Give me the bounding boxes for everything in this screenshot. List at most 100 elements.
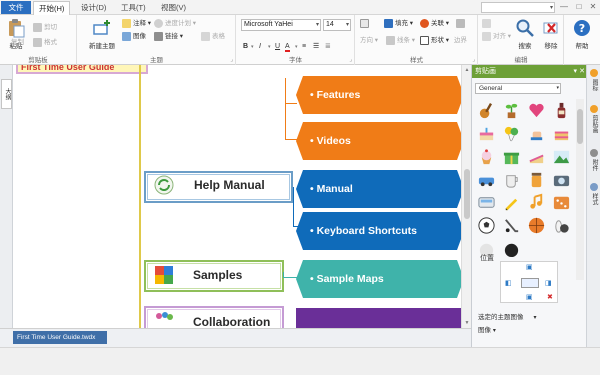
subtopic-features[interactable]: • Features xyxy=(296,76,461,114)
fill-button[interactable]: 填充 ▾ xyxy=(384,18,413,29)
line-spacing-icon[interactable]: ≣ xyxy=(325,42,331,52)
subtopic-sample-maps[interactable]: • Sample Maps xyxy=(296,260,461,298)
launcher-icon[interactable]: ⌟ xyxy=(230,56,233,63)
subtopic-videos[interactable]: • Videos xyxy=(296,122,461,160)
outline-tab[interactable]: 大纲 xyxy=(1,79,12,109)
clipart-tab[interactable]: 剪贴画 xyxy=(589,105,599,133)
soccer-ball-icon[interactable] xyxy=(477,216,496,235)
align-button[interactable]: 对齐 ▾ xyxy=(482,31,511,42)
balloons-icon[interactable] xyxy=(502,124,521,143)
close-icon[interactable]: ✕ xyxy=(579,65,585,78)
menu-design[interactable]: 设计(D) xyxy=(76,1,111,14)
cake-icon[interactable] xyxy=(477,124,496,143)
music-icon[interactable] xyxy=(527,193,546,212)
car-icon[interactable] xyxy=(477,170,496,189)
clipart-scrollbar[interactable] xyxy=(576,99,584,280)
cake-layer-icon[interactable] xyxy=(552,124,571,143)
connect-button[interactable]: 关联 ▾ xyxy=(420,18,449,29)
eight-ball-icon[interactable] xyxy=(502,239,521,258)
scroll-down-icon[interactable]: ▼ xyxy=(463,319,471,327)
cake-slice-icon[interactable] xyxy=(527,147,546,166)
chevron-down-icon[interactable]: ▾ xyxy=(251,42,254,52)
mindmap-canvas[interactable]: First Time User Guide Help Manual Sample… xyxy=(13,65,461,328)
gift-icon[interactable] xyxy=(502,147,521,166)
link-button[interactable]: 链接 ▾ xyxy=(154,31,183,42)
italic-button[interactable]: I xyxy=(259,42,261,52)
progress-button[interactable]: 进度计划 ▾ xyxy=(154,18,196,29)
menu-tools[interactable]: 工具(T) xyxy=(116,1,151,14)
menu-view[interactable]: 视图(V) xyxy=(156,1,191,14)
hockey-icon[interactable] xyxy=(502,216,521,235)
format-painter-button[interactable]: 格式 xyxy=(33,37,57,48)
direction-button[interactable]: 方向 ▾ xyxy=(360,35,378,46)
dice-icon[interactable] xyxy=(552,193,571,212)
menu-start[interactable]: 开始(H) xyxy=(33,1,71,15)
chevron-down-icon[interactable]: ▾ xyxy=(295,42,298,52)
subtopic-keyboard-shortcuts[interactable]: • Keyboard Shortcuts xyxy=(296,212,461,250)
canvas-scrollbar[interactable]: ▲ ▼ xyxy=(461,65,471,328)
remove-button[interactable]: 移除 xyxy=(537,18,565,50)
cup-icon[interactable] xyxy=(502,170,521,189)
jar-icon[interactable] xyxy=(527,170,546,189)
shape-button[interactable]: 形状 ▾ xyxy=(420,35,449,46)
subtopic-collaboration[interactable] xyxy=(296,308,461,328)
restore-button[interactable]: □ xyxy=(572,1,586,13)
subtopic-manual[interactable]: • Manual xyxy=(296,170,461,208)
scroll-up-icon[interactable]: ▲ xyxy=(463,66,471,74)
font-size-select[interactable]: 14 ▾ xyxy=(323,19,351,31)
basketball-icon[interactable] xyxy=(527,216,546,235)
align-left-icon[interactable]: ≡ xyxy=(302,42,306,52)
cut-button[interactable]: 剪切 xyxy=(33,22,57,33)
underline-button[interactable]: U xyxy=(275,42,280,52)
search-input[interactable]: ▾ xyxy=(481,2,555,13)
position-right-icon[interactable]: ◨ xyxy=(545,280,552,287)
pencil-icon[interactable] xyxy=(502,193,521,212)
table-button[interactable]: 表格 xyxy=(201,31,225,42)
bowling-icon[interactable] xyxy=(552,216,571,235)
close-button[interactable]: ✕ xyxy=(586,1,600,13)
chevron-down-icon[interactable]: ▾ xyxy=(550,3,553,13)
pin-icon[interactable]: ▾ xyxy=(573,65,577,78)
document-tab[interactable]: First Time User Guide.twdx xyxy=(13,331,107,344)
font-family-select[interactable]: Microsoft YaHei ▾ xyxy=(241,19,321,31)
position-bottom-icon[interactable]: ▣ xyxy=(526,294,533,301)
attachment-tab[interactable]: 附件 xyxy=(589,149,599,171)
wave-button[interactable] xyxy=(456,18,467,29)
sprout-icon[interactable] xyxy=(502,101,521,120)
chevron-down-icon[interactable]: ▾ xyxy=(268,42,271,52)
guitar-icon[interactable] xyxy=(477,101,496,120)
image-button[interactable]: 图像 xyxy=(122,31,146,42)
central-topic[interactable]: First Time User Guide xyxy=(16,65,148,74)
minimize-button[interactable]: — xyxy=(557,1,571,13)
font-color-button[interactable]: A xyxy=(285,42,290,52)
bold-button[interactable]: B xyxy=(243,42,248,52)
position-top-icon[interactable]: ▣ xyxy=(526,264,533,271)
select-button[interactable] xyxy=(482,18,493,29)
remove-position-icon[interactable]: ✖ xyxy=(547,294,553,301)
search-button[interactable]: 搜索 xyxy=(511,18,539,50)
copy-button[interactable]: 复制 xyxy=(11,37,24,48)
image-dropdown[interactable]: 图像 ▾ xyxy=(478,324,496,334)
style-preset-button[interactable] xyxy=(360,18,371,29)
line-button[interactable]: 线条 ▾ xyxy=(386,35,415,46)
canvas-scroll-thumb[interactable] xyxy=(464,169,470,219)
new-topic-button[interactable]: 新建主题 xyxy=(86,18,118,50)
selected-image-dropdown[interactable]: 选定的主题图像 ▾ xyxy=(478,311,537,321)
icons-tab[interactable]: 图标 xyxy=(589,69,599,91)
heart-icon[interactable] xyxy=(527,101,546,120)
bus-icon[interactable] xyxy=(477,193,496,212)
mountain-icon[interactable] xyxy=(552,147,571,166)
bottle-icon[interactable] xyxy=(552,101,571,120)
style-tab[interactable]: 样式 xyxy=(589,183,599,205)
help-button[interactable]: ? 帮助 xyxy=(568,18,596,50)
position-left-icon[interactable]: ◧ xyxy=(505,280,512,287)
hand-icon[interactable] xyxy=(527,124,546,143)
image-position-picker[interactable]: ▣ ◧ ◨ ▣ ✖ xyxy=(500,261,558,303)
menu-file[interactable]: 文件(F) xyxy=(1,1,31,25)
clipart-scroll-thumb[interactable] xyxy=(577,109,583,144)
camera-icon[interactable] xyxy=(552,170,571,189)
launcher-icon[interactable]: ⌟ xyxy=(472,56,475,63)
cupcake-icon[interactable] xyxy=(477,147,496,166)
clipart-category-select[interactable]: General ▾ xyxy=(475,83,561,94)
launcher-icon[interactable]: ⌟ xyxy=(349,56,352,63)
